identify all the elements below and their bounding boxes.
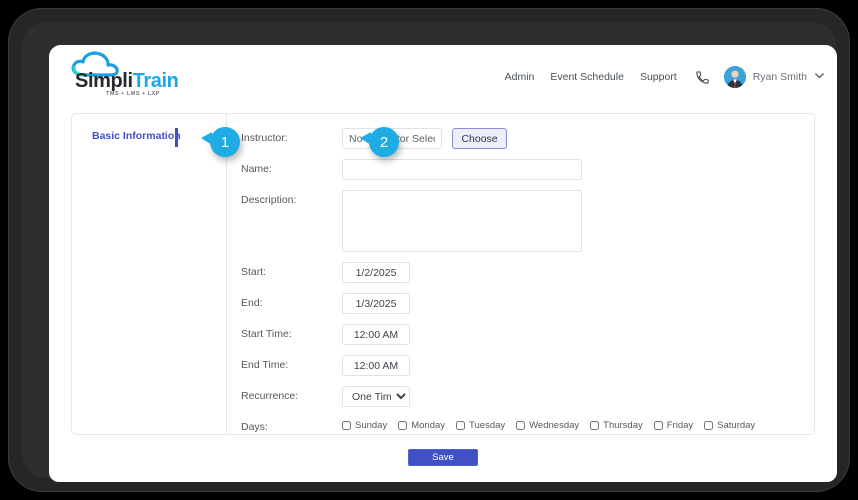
- callout-badge-1: 1: [201, 127, 240, 157]
- day-checkbox-thursday[interactable]: [590, 421, 600, 430]
- day-checkbox-sunday[interactable]: [342, 421, 351, 430]
- callout-marker-bar: [175, 128, 178, 147]
- day-label-monday: Monday: [411, 420, 446, 431]
- basic-information-card: Basic Information 1 2 Instructor: Choose: [71, 113, 815, 435]
- label-days: Days:: [241, 421, 268, 433]
- user-name: Ryan Smith: [752, 71, 807, 83]
- row-recurrence: Recurrence: One Time: [241, 386, 814, 407]
- brand-wordmark: SimpliTrain: [75, 70, 179, 93]
- row-start-date: Start:: [241, 262, 814, 283]
- device-frame: SimpliTrain TMS + LMS + LXP Admin Event …: [8, 8, 850, 492]
- days-checkbox-group: Sunday Monday Tuesday Wednesday Thursday Frid…: [342, 417, 766, 431]
- phone-icon[interactable]: [695, 70, 710, 85]
- day-label-friday: Friday: [666, 420, 694, 431]
- avatar: [723, 66, 746, 88]
- nav-admin[interactable]: Admin: [505, 71, 535, 83]
- callout-badge-2: 2: [360, 127, 399, 157]
- day-checkbox-saturday[interactable]: [704, 421, 714, 430]
- save-button[interactable]: Save: [408, 449, 478, 466]
- day-item-sunday[interactable]: Sunday: [342, 420, 387, 431]
- label-end: End:: [241, 297, 263, 309]
- day-item-monday[interactable]: Monday: [398, 420, 445, 431]
- day-label-wednesday: Wednesday: [529, 420, 580, 431]
- save-bar: Save: [71, 449, 815, 466]
- recurrence-select[interactable]: One Time: [342, 386, 410, 407]
- content-area: Basic Information 1 2 Instructor: Choose: [49, 113, 837, 466]
- nav-support[interactable]: Support: [640, 71, 677, 83]
- section-basic-information[interactable]: Basic Information: [92, 130, 181, 142]
- label-start: Start:: [241, 266, 267, 278]
- day-checkbox-wednesday[interactable]: [516, 421, 526, 430]
- day-label-saturday: Saturday: [717, 420, 756, 431]
- row-end-time: End Time:: [241, 355, 814, 376]
- day-label-tuesday: Tuesday: [469, 420, 506, 431]
- device-bezel: SimpliTrain TMS + LMS + LXP Admin Event …: [22, 22, 837, 482]
- nav-event-schedule[interactable]: Event Schedule: [550, 71, 624, 83]
- description-input[interactable]: [342, 190, 582, 252]
- end-date-input[interactable]: [342, 293, 410, 314]
- end-time-input[interactable]: [342, 355, 410, 376]
- day-label-sunday: Sunday: [355, 420, 388, 431]
- app-header: SimpliTrain TMS + LMS + LXP Admin Event …: [49, 45, 837, 108]
- screen-viewport: SimpliTrain TMS + LMS + LXP Admin Event …: [49, 45, 837, 482]
- name-input[interactable]: [342, 159, 582, 180]
- day-item-saturday[interactable]: Saturday: [704, 420, 755, 431]
- day-checkbox-friday[interactable]: [653, 421, 663, 430]
- form-panel: Instructor: Choose Name: Description:: [226, 114, 814, 434]
- day-checkbox-monday[interactable]: [398, 421, 408, 430]
- label-instructor: Instructor:: [241, 132, 288, 144]
- day-label-thursday: Thursday: [603, 420, 643, 431]
- label-name: Name:: [241, 163, 272, 175]
- choose-instructor-button[interactable]: Choose: [452, 128, 507, 149]
- user-menu[interactable]: Ryan Smith: [723, 66, 825, 88]
- label-start-time: Start Time:: [241, 328, 292, 340]
- chevron-down-icon[interactable]: [814, 68, 825, 86]
- start-time-input[interactable]: [342, 324, 410, 345]
- brand-tagline: TMS + LMS + LXP: [106, 91, 160, 97]
- day-checkbox-tuesday[interactable]: [456, 421, 466, 430]
- label-end-time: End Time:: [241, 359, 289, 371]
- row-days: Days: Sunday Monday Tuesday Wednesday Thursd…: [241, 417, 814, 433]
- row-description: Description:: [241, 190, 814, 252]
- day-item-wednesday[interactable]: Wednesday: [516, 420, 579, 431]
- day-item-friday[interactable]: Friday: [653, 420, 694, 431]
- brand-name-part1: Simpli: [75, 70, 133, 92]
- label-recurrence: Recurrence:: [241, 390, 299, 402]
- header-nav: Admin Event Schedule Support Ryan Smith: [505, 66, 825, 88]
- row-name: Name:: [241, 159, 814, 180]
- row-instructor: Instructor: Choose: [241, 128, 814, 149]
- brand-name-part2: Train: [132, 70, 179, 92]
- start-date-input[interactable]: [342, 262, 410, 283]
- day-item-tuesday[interactable]: Tuesday: [456, 420, 505, 431]
- row-start-time: Start Time:: [241, 324, 814, 345]
- day-item-thursday[interactable]: Thursday: [590, 420, 643, 431]
- row-end-date: End:: [241, 293, 814, 314]
- label-description: Description:: [241, 194, 297, 206]
